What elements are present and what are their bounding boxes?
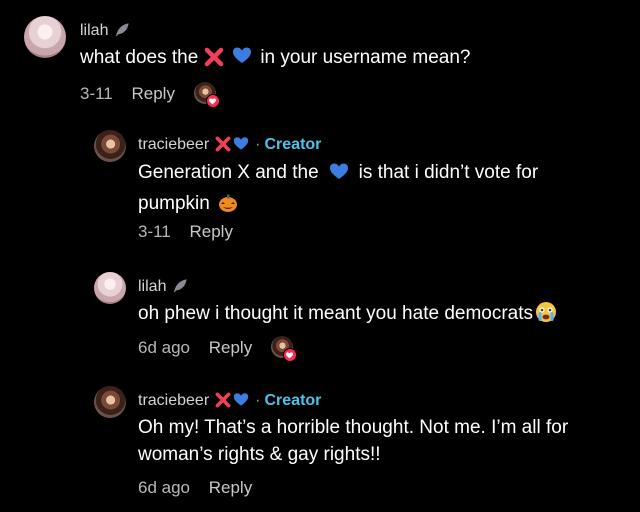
- comment-meta: 6d ago Reply: [138, 478, 252, 498]
- liked-heart-icon: [205, 94, 220, 108]
- comment-username[interactable]: lilah: [80, 22, 130, 43]
- blue-heart-icon: [329, 162, 349, 190]
- comment-date: 3-11: [80, 84, 113, 103]
- comment-meta: 3-11 Reply: [138, 222, 233, 242]
- cross-mark-icon: [204, 47, 224, 75]
- comment-text: Generation X and the is that i didn’t vot…: [138, 159, 618, 221]
- comment-date: 6d ago: [138, 338, 190, 357]
- avatar[interactable]: [94, 386, 126, 418]
- avatar[interactable]: [94, 130, 126, 162]
- reply-button[interactable]: Reply: [132, 84, 175, 103]
- crying-face-icon: [535, 301, 557, 331]
- creator-liked-avatar: [270, 336, 297, 362]
- reply-button[interactable]: Reply: [190, 222, 233, 241]
- blue-heart-icon: [233, 392, 249, 413]
- separator-dot: ·: [255, 392, 261, 409]
- comment-text: oh phew i thought it meant you hate demo…: [138, 300, 563, 331]
- comment-text: Oh my! That’s a horrible thought. Not me…: [138, 417, 569, 465]
- cross-mark-icon: [215, 392, 231, 413]
- comment-username[interactable]: traciebeer · Creator: [138, 136, 321, 157]
- creator-badge: Creator: [264, 136, 322, 153]
- separator-dot: ·: [255, 136, 261, 153]
- avatar[interactable]: [24, 16, 66, 58]
- blue-heart-icon: [232, 46, 252, 74]
- feather-icon: [114, 22, 130, 43]
- liked-heart-icon: [282, 348, 297, 362]
- cross-mark-icon: [215, 136, 231, 157]
- reply-button[interactable]: Reply: [209, 338, 252, 357]
- blue-heart-icon: [233, 136, 249, 157]
- comment-date: 6d ago: [138, 478, 190, 497]
- comment-meta: 3-11 Reply: [80, 82, 220, 108]
- comment-username[interactable]: traciebeer · Creator: [138, 392, 321, 413]
- comment-username[interactable]: lilah: [138, 278, 188, 299]
- avatar[interactable]: [94, 272, 126, 304]
- comment-meta: 6d ago Reply: [138, 336, 297, 362]
- comment-text: what does the in your username mean?: [80, 44, 470, 75]
- feather-icon: [172, 278, 188, 299]
- comment-date: 3-11: [138, 222, 171, 241]
- creator-liked-avatar: [193, 82, 220, 108]
- jack-o-lantern-icon: [218, 193, 238, 221]
- reply-button[interactable]: Reply: [209, 478, 252, 497]
- creator-badge: Creator: [264, 392, 322, 409]
